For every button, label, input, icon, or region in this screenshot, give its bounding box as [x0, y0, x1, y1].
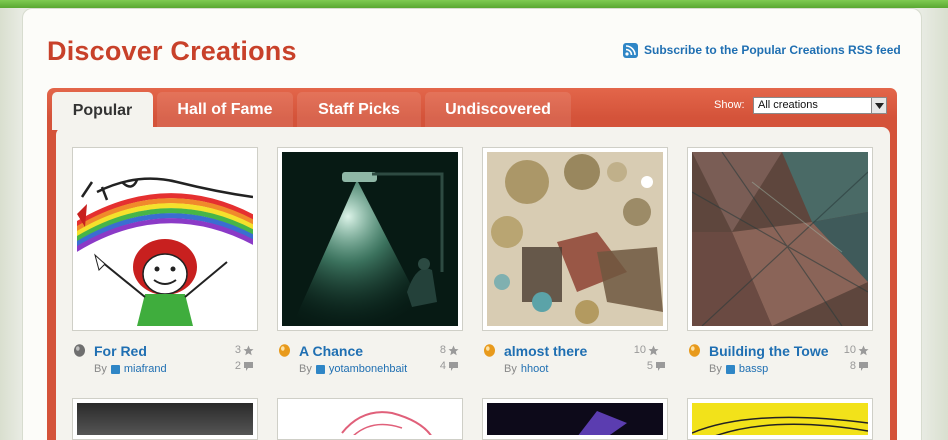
by-label: By	[94, 363, 107, 375]
comments-count: 8	[835, 360, 869, 372]
tab-staff-picks[interactable]: Staff Picks	[297, 92, 421, 127]
tab-label: Hall of Fame	[177, 100, 273, 118]
tab-undiscovered[interactable]: Undiscovered	[425, 92, 571, 127]
creation-thumbnail[interactable]	[687, 398, 873, 440]
favorites-count: 10	[625, 344, 659, 356]
favorites-count: 8	[425, 344, 459, 356]
rss-subscribe-link[interactable]: Subscribe to the Popular Creations RSS f…	[623, 41, 901, 59]
comments-value: 4	[439, 360, 446, 372]
creation-author: By bassp	[709, 363, 768, 375]
comment-icon	[244, 361, 253, 371]
favorites-count: 3	[220, 344, 254, 356]
favorites-count: 10	[835, 344, 869, 356]
creation-title-link[interactable]: Building the Tower	[709, 343, 828, 359]
star-icon	[243, 345, 254, 355]
creation-thumbnail[interactable]	[482, 147, 668, 331]
show-filter-label: Show:	[714, 99, 745, 111]
user-icon	[110, 364, 120, 374]
creation-thumbnail[interactable]	[72, 398, 258, 440]
favorites-value: 8	[439, 344, 446, 356]
creation-thumbnail[interactable]	[277, 147, 463, 331]
thumbnail-image	[487, 152, 663, 326]
comment-icon	[656, 361, 665, 371]
tab-hall-of-fame[interactable]: Hall of Fame	[157, 92, 293, 127]
rss-icon	[623, 42, 638, 58]
star-icon	[858, 345, 869, 355]
author-link[interactable]: yotambonehbait	[329, 363, 407, 375]
comments-count: 2	[220, 360, 254, 372]
creation-author: By yotambonehbait	[299, 363, 407, 375]
comment-icon	[859, 361, 868, 371]
show-filter-select[interactable]: All creations	[753, 97, 887, 114]
creation-thumbnail[interactable]	[687, 147, 873, 331]
creation-thumbnail[interactable]	[72, 147, 258, 331]
by-label: By	[709, 363, 722, 375]
tab-label: Popular	[72, 102, 133, 119]
tab-label: Staff Picks	[318, 100, 400, 118]
creation-title-link[interactable]: A Chance	[299, 343, 419, 359]
user-icon	[725, 364, 735, 374]
left-background-decoration	[0, 8, 22, 440]
comment-icon	[449, 361, 458, 371]
orange-egg-icon	[279, 344, 290, 357]
thumbnail-image	[282, 403, 458, 435]
favorites-value: 10	[633, 344, 646, 356]
comments-value: 5	[646, 360, 653, 372]
favorites-value: 10	[843, 344, 856, 356]
creation-thumbnail[interactable]	[277, 398, 463, 440]
creation-title-link[interactable]: almost there	[504, 343, 629, 359]
comments-value: 2	[234, 360, 241, 372]
thumbnail-image	[77, 403, 253, 435]
comments-value: 8	[849, 360, 856, 372]
right-background-decoration	[922, 8, 948, 440]
tab-label: Undiscovered	[445, 100, 551, 118]
orange-egg-icon	[484, 344, 495, 357]
page-title: Discover Creations	[47, 36, 297, 66]
comments-count: 4	[425, 360, 459, 372]
rss-label: Subscribe to the Popular Creations RSS f…	[644, 43, 901, 57]
tab-popular[interactable]: Popular	[52, 92, 153, 130]
orange-egg-icon	[689, 344, 700, 357]
thumbnail-image	[282, 152, 458, 326]
by-label: By	[299, 363, 312, 375]
comments-count: 5	[632, 360, 666, 372]
creation-title-link[interactable]: For Red	[94, 343, 214, 359]
creation-thumbnail[interactable]	[482, 398, 668, 440]
top-green-bar	[0, 0, 948, 8]
user-icon	[315, 364, 325, 374]
author-link[interactable]: hhoot	[521, 363, 549, 375]
gray-egg-icon	[74, 344, 85, 357]
star-icon	[648, 345, 659, 355]
creation-author: By miafrand	[94, 363, 167, 375]
creation-author: By hhoot	[504, 363, 548, 375]
thumbnail-image	[77, 152, 253, 326]
select-value: All creations	[758, 99, 818, 111]
chevron-down-icon[interactable]	[871, 98, 886, 113]
by-label: By	[504, 363, 517, 375]
star-icon	[448, 345, 459, 355]
thumbnail-image	[487, 403, 663, 435]
thumbnail-image	[692, 152, 868, 326]
author-link[interactable]: bassp	[739, 363, 768, 375]
favorites-value: 3	[234, 344, 241, 356]
author-link[interactable]: miafrand	[124, 363, 167, 375]
thumbnail-image	[692, 403, 868, 435]
